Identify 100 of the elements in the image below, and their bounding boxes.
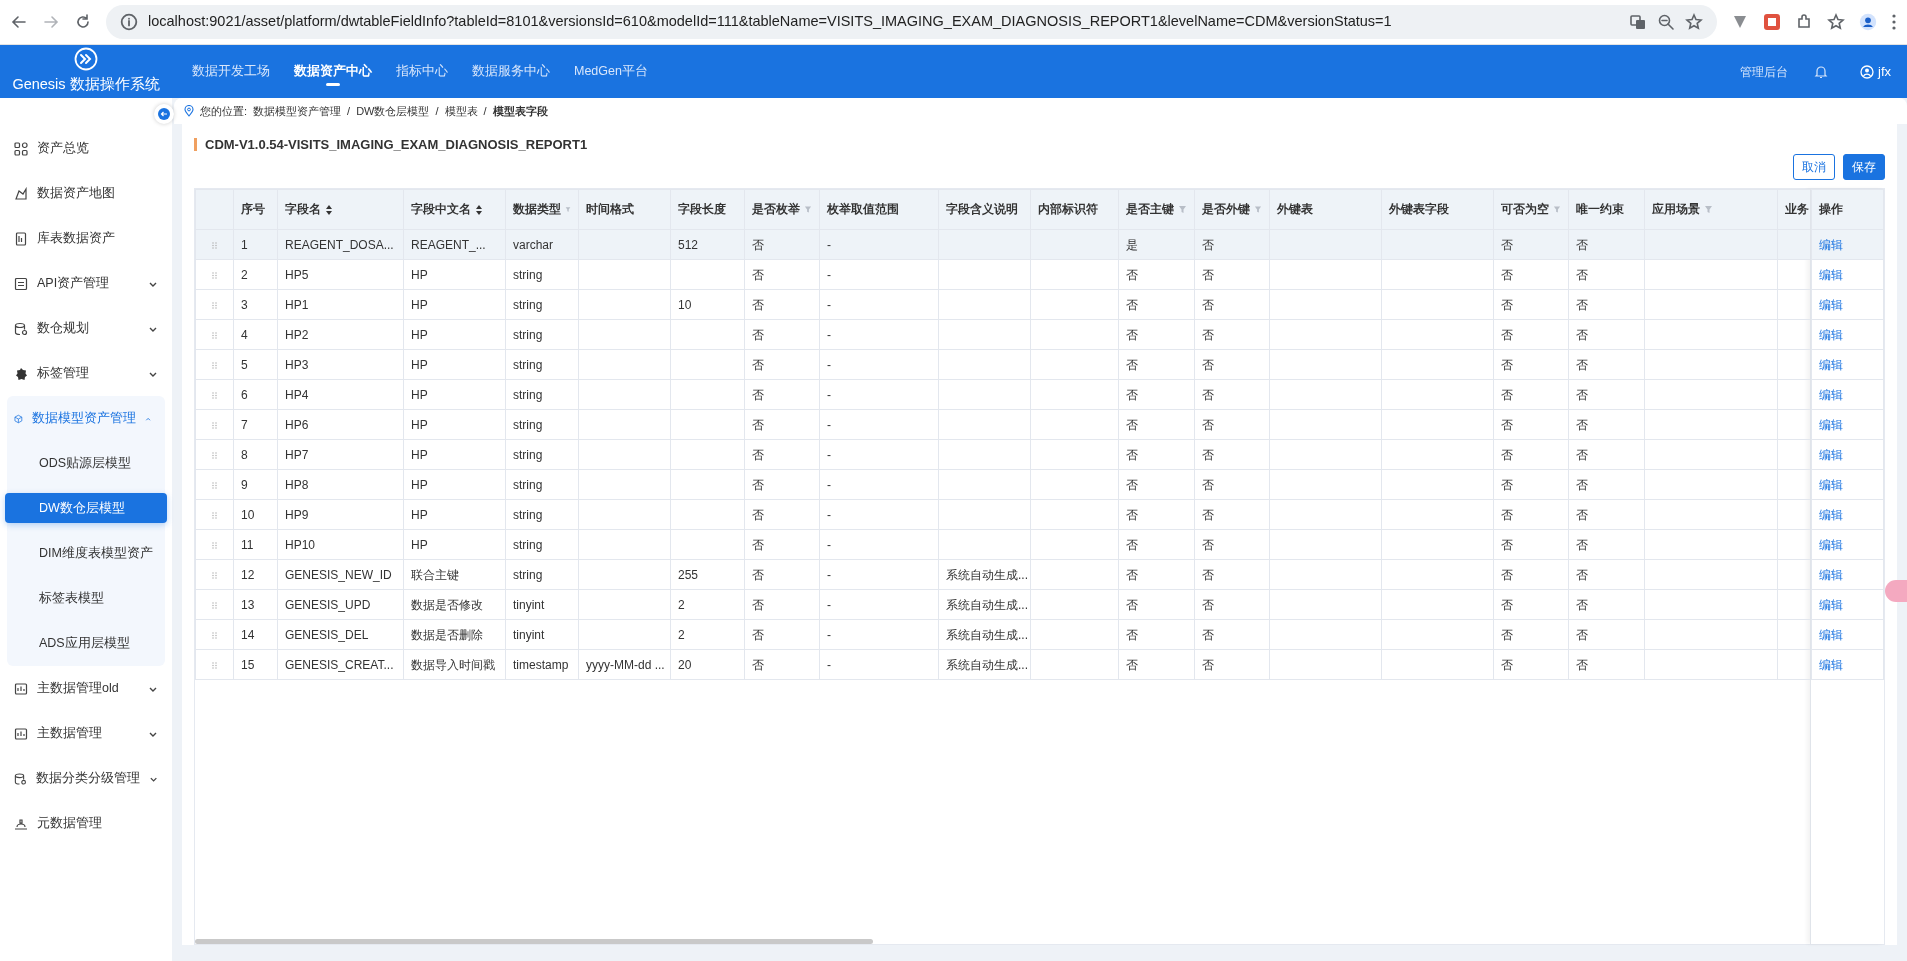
edit-link[interactable]: 编辑 bbox=[1819, 327, 1843, 342]
sidebar-item[interactable]: 数据分类分级管理 bbox=[0, 756, 172, 801]
bookmark-star-icon[interactable] bbox=[1827, 13, 1845, 31]
filter-icon[interactable] bbox=[1553, 205, 1561, 214]
filter-icon[interactable] bbox=[1254, 205, 1262, 214]
sidebar-item[interactable]: 数据资产地图 bbox=[0, 171, 172, 216]
sort-icon[interactable] bbox=[475, 203, 483, 216]
admin-link[interactable]: 管理后台 bbox=[1740, 62, 1788, 81]
nav-tab[interactable]: 数据服务中心 bbox=[460, 45, 562, 98]
breadcrumb-link[interactable]: 模型表 bbox=[444, 102, 478, 120]
cancel-button[interactable]: 取消 bbox=[1793, 154, 1835, 180]
drag-handle-icon[interactable] bbox=[212, 361, 217, 369]
table-cell: 否 bbox=[1568, 319, 1645, 350]
table-cell: 否 bbox=[744, 259, 820, 290]
table-cell: 否 bbox=[1568, 499, 1645, 530]
star-icon[interactable] bbox=[1685, 13, 1703, 31]
translate-badge-icon[interactable] bbox=[1885, 580, 1907, 602]
nav-tab[interactable]: 指标中心 bbox=[384, 45, 460, 98]
drag-handle-icon[interactable] bbox=[212, 301, 217, 309]
menu-icon[interactable] bbox=[1891, 13, 1897, 31]
sidebar-item[interactable]: 标签管理 bbox=[0, 351, 172, 396]
table-cell: GENESIS_UPD bbox=[277, 589, 404, 620]
sort-icon[interactable] bbox=[325, 203, 333, 216]
edit-link[interactable]: 编辑 bbox=[1819, 597, 1843, 612]
zoom-icon[interactable] bbox=[1657, 13, 1675, 31]
table-cell: string bbox=[505, 259, 579, 290]
table-cell: 否 bbox=[744, 619, 820, 650]
drag-handle-icon[interactable] bbox=[212, 451, 217, 459]
sidebar-item[interactable]: 数仓规划 bbox=[0, 306, 172, 351]
breadcrumb-link[interactable]: 数据模型资产管理 bbox=[253, 102, 342, 120]
info-icon[interactable] bbox=[120, 13, 138, 31]
drag-handle-icon[interactable] bbox=[212, 601, 217, 609]
drag-handle-icon[interactable] bbox=[212, 511, 217, 519]
translate-icon[interactable] bbox=[1629, 13, 1647, 31]
bell-icon[interactable] bbox=[1814, 64, 1828, 79]
filter-icon[interactable] bbox=[565, 205, 571, 214]
drag-handle-icon[interactable] bbox=[212, 421, 217, 429]
drag-handle-icon[interactable] bbox=[212, 271, 217, 279]
sidebar-subitem[interactable]: DW数仓层模型 bbox=[5, 493, 167, 523]
drag-handle-icon[interactable] bbox=[212, 661, 217, 669]
edit-link[interactable]: 编辑 bbox=[1819, 627, 1843, 642]
sidebar-subitem[interactable]: ADS应用层模型 bbox=[7, 621, 165, 666]
drag-handle-icon[interactable] bbox=[212, 331, 217, 339]
sidebar-subitem[interactable]: ODS贴源层模型 bbox=[7, 441, 165, 486]
reload-icon[interactable] bbox=[74, 13, 92, 31]
drag-handle-icon[interactable] bbox=[212, 631, 217, 639]
edit-link[interactable]: 编辑 bbox=[1819, 507, 1843, 522]
sidebar-item[interactable]: 主数据管理 bbox=[0, 711, 172, 756]
nav-tab[interactable]: 数据资产中心 bbox=[282, 45, 384, 98]
collapse-button[interactable] bbox=[154, 104, 174, 124]
puzzle-icon[interactable] bbox=[1795, 13, 1813, 31]
sidebar-subitem[interactable]: 标签表模型 bbox=[7, 576, 165, 621]
sidebar-item[interactable]: 元数据管理 bbox=[0, 801, 172, 846]
nav-tab[interactable]: 数据开发工场 bbox=[180, 45, 282, 98]
table-cell: GENESIS_CREAT... bbox=[277, 649, 404, 680]
edit-link[interactable]: 编辑 bbox=[1819, 237, 1843, 252]
drag-handle-icon[interactable] bbox=[212, 391, 217, 399]
table-cell: HP7 bbox=[277, 439, 404, 470]
column-header: 是否枚举 bbox=[744, 189, 820, 230]
drag-handle-icon[interactable] bbox=[212, 241, 217, 249]
edit-link[interactable]: 编辑 bbox=[1819, 567, 1843, 582]
edit-link[interactable]: 编辑 bbox=[1819, 267, 1843, 282]
drag-handle-icon[interactable] bbox=[212, 481, 217, 489]
sidebar-item[interactable]: 主数据管理old bbox=[0, 666, 172, 711]
user-icon[interactable] bbox=[1860, 64, 1874, 79]
sidebar-item[interactable]: API资产管理 bbox=[0, 261, 172, 306]
edit-link[interactable]: 编辑 bbox=[1819, 657, 1843, 672]
save-button[interactable]: 保存 bbox=[1843, 154, 1885, 180]
table-cell: 否 bbox=[1493, 349, 1569, 380]
table-cell: 否 bbox=[1568, 469, 1645, 500]
drag-handle-icon[interactable] bbox=[212, 571, 217, 579]
profile-icon[interactable] bbox=[1859, 13, 1877, 31]
drag-handle-icon[interactable] bbox=[212, 541, 217, 549]
edit-link[interactable]: 编辑 bbox=[1819, 357, 1843, 372]
table-cell: string bbox=[505, 559, 579, 590]
sidebar-item[interactable]: 数据模型资产管理 bbox=[7, 396, 165, 441]
table-cell: 2 bbox=[670, 589, 745, 620]
extension-icon[interactable] bbox=[1763, 13, 1781, 31]
user-name[interactable]: jfx bbox=[1878, 61, 1891, 82]
horizontal-scrollbar[interactable] bbox=[195, 939, 874, 944]
nav-tab[interactable]: MedGen平台 bbox=[562, 45, 660, 98]
edit-link[interactable]: 编辑 bbox=[1819, 417, 1843, 432]
edit-link[interactable]: 编辑 bbox=[1819, 447, 1843, 462]
edit-link[interactable]: 编辑 bbox=[1819, 387, 1843, 402]
edit-link[interactable]: 编辑 bbox=[1819, 297, 1843, 312]
forward-icon[interactable] bbox=[42, 13, 60, 31]
sidebar-subitem[interactable]: DIM维度表模型资产 bbox=[7, 531, 165, 576]
filter-icon[interactable] bbox=[804, 205, 812, 214]
breadcrumb-link[interactable]: DW数仓层模型 bbox=[356, 102, 430, 120]
table-cell: HP bbox=[403, 349, 506, 380]
sidebar-item[interactable]: 库表数据资产 bbox=[0, 216, 172, 261]
back-icon[interactable] bbox=[10, 13, 28, 31]
filter-icon[interactable] bbox=[1178, 205, 1187, 214]
breadcrumb-separator: / bbox=[483, 103, 487, 119]
column-header: 外键表字段 bbox=[1381, 189, 1494, 230]
edit-link[interactable]: 编辑 bbox=[1819, 537, 1843, 552]
sidebar-item[interactable]: 资产总览 bbox=[0, 126, 172, 171]
edit-link[interactable]: 编辑 bbox=[1819, 477, 1843, 492]
table-cell: 否 bbox=[1118, 499, 1195, 530]
filter-icon[interactable] bbox=[1704, 205, 1713, 214]
